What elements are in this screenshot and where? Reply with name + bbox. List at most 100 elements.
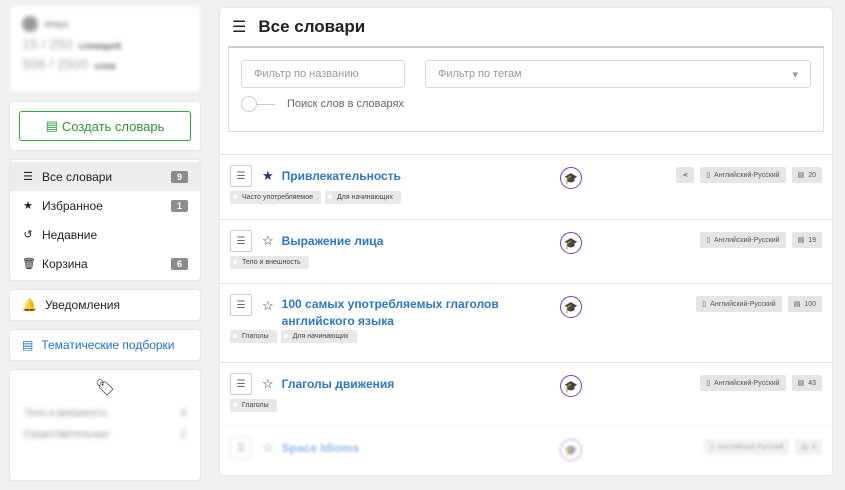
settings-icon[interactable]: ☰ bbox=[230, 165, 252, 187]
word-count-badge: ▤ 100 bbox=[787, 296, 822, 312]
bell-icon: 🔔 bbox=[22, 298, 37, 312]
dictionary-row: ☰ ☆ Глаголы движения 🎓 ▯ Английский-Русск… bbox=[220, 362, 832, 426]
word-count-badge: ▤ 19 bbox=[791, 232, 822, 248]
filter-panel: Фильтр по названию Фильтр по тегам ▾ Пои… bbox=[228, 46, 824, 132]
filter-name-input[interactable]: Фильтр по названию bbox=[241, 60, 405, 88]
learn-icon[interactable]: 🎓 bbox=[560, 232, 582, 254]
file-icon: ▤ bbox=[793, 301, 801, 308]
tag-chip[interactable]: Тело и внешность bbox=[230, 256, 309, 269]
star-icon[interactable]: ★ bbox=[262, 168, 274, 184]
nav-item-trash[interactable]: 🗑 Корзина 6 bbox=[10, 249, 200, 278]
star-outline-icon[interactable]: ☆ bbox=[262, 376, 274, 392]
file-icon: ▤ bbox=[797, 172, 805, 179]
learn-icon[interactable]: 🎓 bbox=[560, 375, 582, 397]
file-icon: ▤ bbox=[797, 237, 805, 244]
settings-icon[interactable]: ☰ bbox=[230, 294, 252, 316]
nav-menu: ☰ Все словари 9 ★ Избранное 1 ↺ Недавние… bbox=[10, 160, 200, 280]
word-stat-label: слов bbox=[94, 61, 116, 71]
learn-icon[interactable]: 🎓 bbox=[560, 296, 582, 318]
dictionary-title[interactable]: Привлекательность bbox=[282, 169, 401, 183]
tag-chip[interactable]: Для начинающих bbox=[280, 330, 357, 343]
list-icon: ☰ bbox=[23, 171, 33, 183]
trash-icon: 🗑 bbox=[22, 258, 36, 270]
word-count: 100 bbox=[804, 300, 816, 308]
username: ohayu bbox=[44, 19, 69, 29]
word-count: 43 bbox=[808, 379, 816, 387]
dictionary-row: ☰ ☆ Выражение лица 🎓 ▯ Английский-Русский… bbox=[220, 219, 832, 283]
search-words-toggle[interactable] bbox=[241, 96, 275, 112]
tag-count: 2 bbox=[180, 429, 186, 440]
learn-icon[interactable]: 🎓 bbox=[560, 439, 582, 461]
dictionary-list: ☰ ★ Привлекательность 🎓 ⋖ ▯ Английский-Ру… bbox=[220, 154, 832, 475]
settings-icon[interactable]: ☰ bbox=[230, 437, 252, 459]
collections-label: Тематические подборки bbox=[41, 338, 175, 352]
book-icon: ▯ bbox=[706, 380, 711, 387]
dictionary-title[interactable]: 100 самых употребляемых глаголов английс… bbox=[282, 296, 552, 330]
tag-chip[interactable]: Часто употребляемое bbox=[230, 191, 322, 204]
sidebar-tag-item[interactable]: Существительные 2 bbox=[18, 429, 192, 440]
sidebar: ohayu 15 / 250 словарей 508 / 2500 слов ▤ … bbox=[10, 6, 200, 490]
word-count-badge: ▤ 5 bbox=[795, 439, 822, 455]
count-badge: 6 bbox=[170, 257, 188, 270]
dict-stat-label: словарей bbox=[78, 41, 122, 51]
settings-icon[interactable]: ☰ bbox=[230, 373, 252, 395]
language-label: Английский-Русский bbox=[714, 171, 780, 179]
dictionary-title[interactable]: Глаголы движения bbox=[282, 377, 395, 391]
notifications-label: Уведомления bbox=[44, 298, 120, 312]
word-stat: 508 / 2500 bbox=[22, 56, 89, 72]
sidebar-tag-item[interactable]: Тело и внешность 4 bbox=[18, 408, 192, 419]
settings-icon[interactable]: ☰ bbox=[230, 230, 252, 252]
nav-label: Корзина bbox=[42, 256, 88, 271]
learn-icon[interactable]: 🎓 bbox=[560, 167, 582, 189]
page-title: Все словари bbox=[258, 17, 366, 36]
tag-label: Существительные bbox=[24, 429, 110, 440]
filter-tags-select[interactable]: Фильтр по тегам ▾ bbox=[425, 60, 811, 88]
nav-item-recent[interactable]: ↺ Недавние bbox=[10, 220, 200, 249]
file-icon: ▤ bbox=[797, 380, 805, 387]
add-note-icon: ▤ bbox=[45, 118, 58, 133]
nav-item-all[interactable]: ☰ Все словари 9 bbox=[10, 162, 200, 191]
collections-link[interactable]: ▤ Тематические подборки bbox=[10, 330, 200, 360]
tags-icon: 🏷 bbox=[94, 380, 116, 397]
dictionary-title[interactable]: Space Idioms bbox=[282, 441, 359, 455]
star-outline-icon[interactable]: ☆ bbox=[262, 233, 274, 249]
star-outline-icon[interactable]: ☆ bbox=[262, 298, 274, 314]
dictionary-title[interactable]: Выражение лица bbox=[282, 234, 384, 248]
star-icon: ★ bbox=[23, 200, 33, 212]
star-outline-icon[interactable]: ☆ bbox=[262, 440, 274, 456]
word-count: 20 bbox=[808, 171, 816, 179]
language-badge: ▯ Английский-Русский bbox=[704, 439, 790, 455]
create-dictionary-label: Создать словарь bbox=[61, 118, 165, 134]
language-badge: ▯ Английский-Русский bbox=[700, 167, 786, 183]
book-icon: ▯ bbox=[702, 301, 707, 308]
tag-count: 4 bbox=[180, 408, 186, 419]
book-icon: ▯ bbox=[706, 237, 711, 244]
nav-item-favorites[interactable]: ★ Избранное 1 bbox=[10, 191, 200, 220]
language-badge: ▯ Английский-Русский bbox=[700, 375, 786, 391]
count-badge: 1 bbox=[170, 199, 188, 212]
share-icon[interactable]: ⋖ bbox=[676, 167, 695, 183]
tag-chip[interactable]: Глаголы bbox=[230, 330, 277, 343]
avatar[interactable] bbox=[22, 16, 38, 32]
dictionary-row: ☰ ☆ Space Idioms 🎓 ▯ Английский-Русский ▤… bbox=[220, 426, 832, 475]
nav-label: Все словари bbox=[42, 169, 113, 184]
search-words-label: Поиск слов в словарях bbox=[287, 98, 404, 110]
nav-label: Недавние bbox=[42, 227, 98, 242]
language-label: Английский-Русский bbox=[717, 443, 784, 451]
word-count: 19 bbox=[808, 236, 816, 244]
count-badge: 9 bbox=[170, 170, 188, 183]
profile-card: ohayu 15 / 250 словарей 508 / 2500 слов bbox=[10, 6, 200, 92]
tag-chip[interactable]: Глаголы bbox=[230, 399, 277, 412]
dictionary-row: ☰ ☆ 100 самых употребляемых глаголов анг… bbox=[220, 283, 832, 362]
word-count: 5 bbox=[812, 443, 816, 451]
tag-chip[interactable]: Для начинающих bbox=[325, 191, 401, 204]
dictionary-row: ☰ ★ Привлекательность 🎓 ⋖ ▯ Английский-Ру… bbox=[220, 154, 832, 219]
tag-label: Тело и внешность bbox=[24, 408, 108, 419]
create-dictionary-button[interactable]: ▤ Создать словарь bbox=[19, 111, 191, 141]
dict-stat: 15 / 250 bbox=[22, 36, 73, 52]
history-icon: ↺ bbox=[23, 229, 33, 241]
notifications-link[interactable]: 🔔 Уведомления bbox=[10, 290, 200, 320]
chevron-down-icon: ▾ bbox=[792, 68, 798, 81]
language-label: Английский-Русский bbox=[714, 236, 780, 244]
language-badge: ▯ Английский-Русский bbox=[700, 232, 786, 248]
